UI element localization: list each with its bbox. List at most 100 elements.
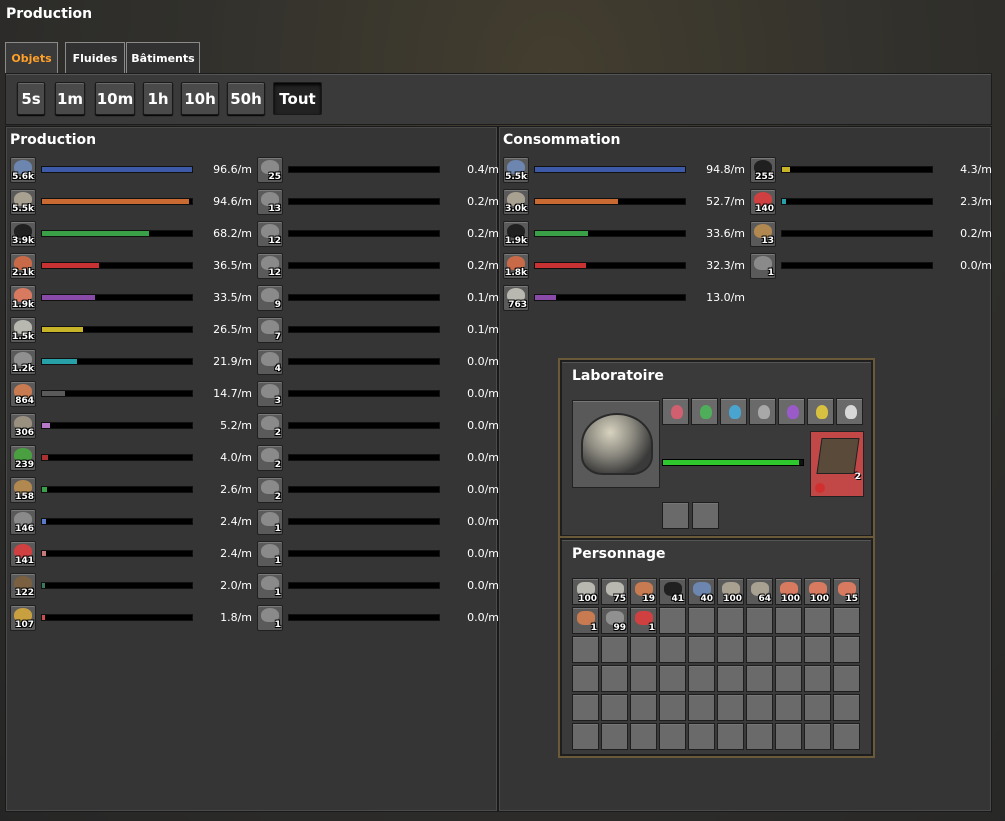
inventory-slot-empty[interactable]: [659, 694, 686, 721]
iron-plate-icon[interactable]: 1.5k: [10, 317, 36, 343]
coal-icon[interactable]: 1.9k: [503, 221, 529, 247]
inventory-slot-empty[interactable]: [717, 665, 744, 692]
copper-plate-icon[interactable]: 1.9k: [10, 285, 36, 311]
inventory-slot-empty[interactable]: [746, 694, 773, 721]
copper-ore-icon[interactable]: 1.8k: [503, 253, 529, 279]
inventory-slot-empty[interactable]: [833, 694, 860, 721]
inventory-slot[interactable]: 1: [630, 607, 657, 634]
inventory-slot-empty[interactable]: [572, 694, 599, 721]
inventory-slot-empty[interactable]: [833, 607, 860, 634]
inventory-slot-empty[interactable]: [775, 607, 802, 634]
inventory-slot-empty[interactable]: [804, 665, 831, 692]
radar-icon[interactable]: 1: [257, 605, 283, 631]
armor-icon[interactable]: 1: [257, 541, 283, 567]
wood-chest-icon[interactable]: 12: [257, 221, 283, 247]
inventory-slot-empty[interactable]: [833, 665, 860, 692]
gun-turret-icon[interactable]: 7: [257, 317, 283, 343]
stone-icon[interactable]: 5.5k: [10, 189, 36, 215]
inventory-slot-empty[interactable]: [688, 723, 715, 750]
inventory-slot-empty[interactable]: [688, 607, 715, 634]
inventory-slot[interactable]: 19: [630, 578, 657, 605]
inventory-slot-empty[interactable]: [630, 665, 657, 692]
inventory-slot[interactable]: 100: [775, 578, 802, 605]
inventory-slot-empty[interactable]: [775, 665, 802, 692]
pickaxe-icon[interactable]: 2: [257, 445, 283, 471]
time-tout-button[interactable]: Tout: [273, 82, 322, 115]
inventory-slot[interactable]: 1: [572, 607, 599, 634]
time-1m-button[interactable]: 1m: [55, 82, 85, 115]
inventory-slot-empty[interactable]: [775, 636, 802, 663]
inventory-slot-empty[interactable]: [717, 636, 744, 663]
lab-module-slot[interactable]: [692, 502, 719, 529]
inventory-slot-empty[interactable]: [601, 723, 628, 750]
inventory-slot[interactable]: 15: [833, 578, 860, 605]
inventory-slot[interactable]: 100: [717, 578, 744, 605]
inventory-slot-empty[interactable]: [659, 723, 686, 750]
time-5s-button[interactable]: 5s: [17, 82, 45, 115]
inventory-slot-empty[interactable]: [630, 694, 657, 721]
belt-icon[interactable]: 12: [257, 253, 283, 279]
inventory-slot-empty[interactable]: [717, 723, 744, 750]
copper-cable-icon[interactable]: 864: [10, 381, 36, 407]
inventory-slot-empty[interactable]: [746, 665, 773, 692]
engine-icon[interactable]: 2: [257, 477, 283, 503]
science-pack-slot[interactable]: [662, 398, 689, 425]
furnace-icon[interactable]: 13: [257, 189, 283, 215]
lab-output-slot[interactable]: 2: [810, 431, 864, 497]
inventory-slot[interactable]: 100: [804, 578, 831, 605]
pistol-icon[interactable]: 1: [257, 509, 283, 535]
science-pack-slot[interactable]: [691, 398, 718, 425]
circuit-icon[interactable]: 239: [10, 445, 36, 471]
science-pack-slot[interactable]: [807, 398, 834, 425]
science-pack-slot[interactable]: [720, 398, 747, 425]
inventory-slot-empty[interactable]: [601, 694, 628, 721]
inventory-slot-empty[interactable]: [630, 636, 657, 663]
inventory-slot-empty[interactable]: [659, 636, 686, 663]
iron-ore-icon[interactable]: 5.5k: [503, 157, 529, 183]
inventory-slot-empty[interactable]: [717, 607, 744, 634]
inventory-slot-empty[interactable]: [804, 723, 831, 750]
iron-ore-icon[interactable]: 5.6k: [10, 157, 36, 183]
inventory-slot-empty[interactable]: [804, 607, 831, 634]
lamp-icon[interactable]: 1: [257, 573, 283, 599]
tab-batiments[interactable]: Bâtiments: [126, 42, 200, 74]
inventory-slot-empty[interactable]: [775, 723, 802, 750]
inventory-slot[interactable]: 99: [601, 607, 628, 634]
inventory-slot-empty[interactable]: [775, 694, 802, 721]
inventory-slot-empty[interactable]: [688, 694, 715, 721]
inventory-slot-empty[interactable]: [572, 636, 599, 663]
pickaxe-icon[interactable]: 1: [750, 253, 776, 279]
stone-icon[interactable]: 3.0k: [503, 189, 529, 215]
inventory-slot[interactable]: 100: [572, 578, 599, 605]
wood-icon[interactable]: 13: [750, 221, 776, 247]
inventory-slot-empty[interactable]: [659, 665, 686, 692]
science-pack-icon[interactable]: 141: [10, 541, 36, 567]
inventory-slot-empty[interactable]: [601, 665, 628, 692]
iron-stick-icon[interactable]: 146: [10, 509, 36, 535]
pipe-icon[interactable]: 25: [257, 157, 283, 183]
coal-icon[interactable]: 3.9k: [10, 221, 36, 247]
burner-drill-icon[interactable]: 122: [10, 573, 36, 599]
wooden-chest-icon[interactable]: 3: [257, 381, 283, 407]
inventory-slot-empty[interactable]: [717, 694, 744, 721]
tab-fluides[interactable]: Fluides: [65, 42, 125, 74]
copper-ore-icon[interactable]: 2.1k: [10, 253, 36, 279]
inventory-slot[interactable]: 40: [688, 578, 715, 605]
inventory-slot-empty[interactable]: [659, 607, 686, 634]
inventory-slot-empty[interactable]: [804, 694, 831, 721]
inventory-slot-empty[interactable]: [833, 723, 860, 750]
inventory-slot-empty[interactable]: [572, 723, 599, 750]
inventory-slot-empty[interactable]: [833, 636, 860, 663]
science-pack-slot[interactable]: [836, 398, 863, 425]
time-10m-button[interactable]: 10m: [95, 82, 135, 115]
inventory-slot-empty[interactable]: [572, 665, 599, 692]
inserter-icon[interactable]: 107: [10, 605, 36, 631]
inventory-slot-empty[interactable]: [688, 665, 715, 692]
science-pack-slot[interactable]: [749, 398, 776, 425]
time-1h-button[interactable]: 1h: [143, 82, 173, 115]
science-pack-icon[interactable]: 140: [750, 189, 776, 215]
stone-brick-icon[interactable]: 306: [10, 413, 36, 439]
iron-gear-icon[interactable]: 1.2k: [10, 349, 36, 375]
inventory-slot[interactable]: 64: [746, 578, 773, 605]
wood-icon[interactable]: 158: [10, 477, 36, 503]
